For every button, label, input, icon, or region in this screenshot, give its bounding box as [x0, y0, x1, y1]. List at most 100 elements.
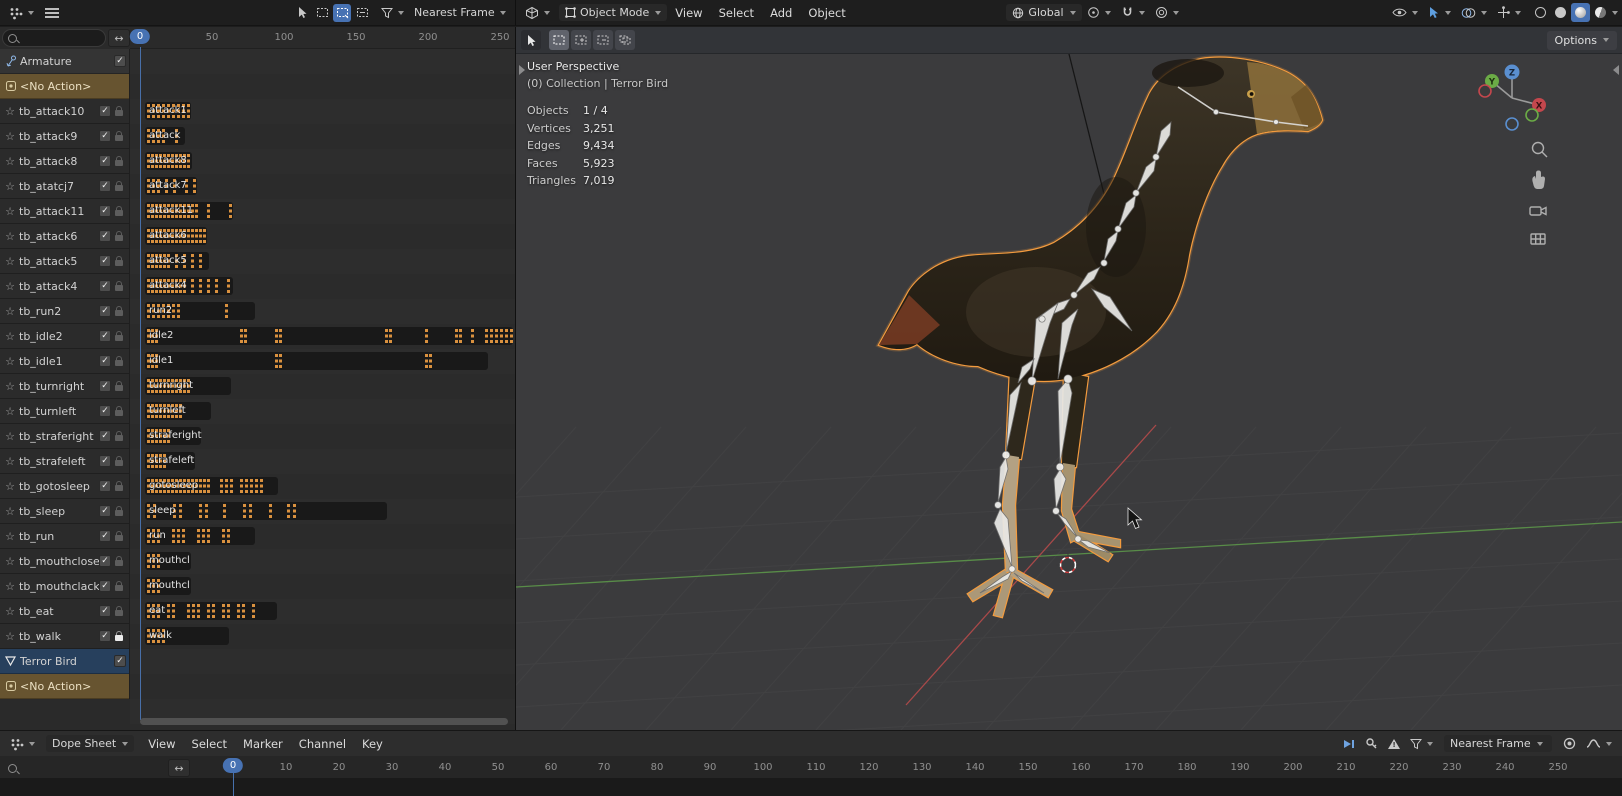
zoom-icon[interactable] [1531, 141, 1548, 158]
star-icon[interactable]: ☆ [3, 480, 17, 493]
expand-button[interactable]: ↔ [168, 759, 190, 777]
timeline-track-area[interactable] [0, 778, 1622, 796]
keyframe[interactable] [191, 278, 194, 294]
action-strip-idle1[interactable]: idle1 [145, 352, 488, 370]
menu-view[interactable]: View [140, 731, 183, 757]
search-icon[interactable] [8, 764, 17, 773]
keyframe[interactable] [172, 603, 175, 619]
channel-checkbox[interactable]: ✓ [99, 530, 111, 542]
menu-add[interactable]: Add [762, 0, 800, 26]
keyframe[interactable] [227, 528, 230, 544]
keyframe[interactable] [229, 203, 232, 219]
action-strip-attack6[interactable]: attack6 [145, 227, 207, 245]
keyframe[interactable] [495, 328, 498, 344]
star-icon[interactable]: ☆ [3, 330, 17, 343]
lock-icon[interactable] [111, 305, 126, 316]
channel-checkbox[interactable]: ✓ [99, 405, 111, 417]
star-icon[interactable]: ☆ [3, 605, 17, 618]
shading-material-button[interactable] [1570, 3, 1590, 22]
channel-checkbox[interactable]: ✓ [99, 455, 111, 467]
keyframe[interactable] [225, 303, 228, 319]
keyframe[interactable] [275, 328, 278, 344]
shading-wireframe-button[interactable] [1531, 3, 1550, 22]
star-icon[interactable]: ☆ [3, 555, 17, 568]
menu-channel[interactable]: Channel [291, 731, 354, 757]
star-icon[interactable]: ☆ [3, 505, 17, 518]
current-frame-badge[interactable]: 0 [129, 29, 151, 44]
lock-icon[interactable] [111, 105, 126, 116]
channel-tb-gotosleep[interactable]: ☆ tb_gotosleep ✓ [0, 474, 129, 499]
keyframe[interactable] [220, 478, 223, 494]
action-strip-mouthcl[interactable]: mouthcl [145, 552, 191, 570]
shading-solid-button[interactable] [1551, 3, 1570, 22]
channel-checkbox[interactable]: ✓ [99, 580, 111, 592]
channel-tb-run2[interactable]: ☆ tb_run2 ✓ [0, 299, 129, 324]
star-icon[interactable]: ☆ [3, 280, 17, 293]
star-icon[interactable]: ☆ [3, 255, 17, 268]
channel-tb-idle2[interactable]: ☆ tb_idle2 ✓ [0, 324, 129, 349]
toolbar-collapse-arrow[interactable] [519, 65, 525, 75]
gizmo-neg-x-axis[interactable] [1478, 84, 1492, 98]
channel-tb-attack5[interactable]: ☆ tb_attack5 ✓ [0, 249, 129, 274]
lock-icon[interactable] [111, 455, 126, 466]
lock-icon[interactable] [111, 580, 126, 591]
channel-terror-bird[interactable]: Terror Bird ✓ [0, 649, 129, 674]
keying-set-button[interactable] [1360, 735, 1383, 752]
keyframe[interactable] [227, 278, 230, 294]
channel-no-action[interactable]: <No Action> [0, 74, 129, 99]
action-strip-idle2[interactable]: idle2 [145, 327, 513, 345]
keyframe[interactable] [197, 528, 200, 544]
keyframe[interactable] [240, 478, 243, 494]
editor-type-button[interactable] [4, 4, 39, 22]
channel-checkbox[interactable]: ✓ [99, 480, 111, 492]
lock-icon[interactable] [111, 130, 126, 141]
star-icon[interactable]: ☆ [3, 205, 17, 218]
star-icon[interactable]: ☆ [3, 355, 17, 368]
lock-icon[interactable] [111, 530, 126, 541]
keyframe[interactable] [245, 478, 248, 494]
channel-checkbox[interactable]: ✓ [99, 255, 111, 267]
channel-tb-straferight[interactable]: ☆ tb_straferight ✓ [0, 424, 129, 449]
channel-tb-atatcj7[interactable]: ☆ tb_atatcj7 ✓ [0, 174, 129, 199]
keyframe[interactable] [485, 328, 488, 344]
keyframe[interactable] [207, 603, 210, 619]
action-strip-sleep[interactable]: sleep [145, 502, 387, 520]
channel-tb-mouthclack[interactable]: ☆ tb_mouthclack ✓ [0, 574, 129, 599]
sidebar-collapse-arrow[interactable] [1613, 65, 1619, 75]
channel-tb-sleep[interactable]: ☆ tb_sleep ✓ [0, 499, 129, 524]
playhead-line[interactable] [140, 47, 141, 720]
editor-type-button[interactable] [520, 4, 555, 22]
ds-ruler[interactable]: 0 50 100 150 200 250 [129, 27, 515, 49]
channel-checkbox[interactable]: ✓ [99, 180, 111, 192]
menu-view[interactable]: View [667, 0, 710, 26]
action-strip-attack1[interactable]: attack1 [145, 102, 191, 120]
overlays-button[interactable] [1456, 5, 1492, 21]
select-box-extend-button[interactable] [571, 30, 591, 50]
keyframe[interactable] [203, 478, 206, 494]
filter-button[interactable] [376, 5, 409, 21]
lock-icon[interactable] [111, 155, 126, 166]
channel-checkbox[interactable]: ✓ [99, 380, 111, 392]
keyframe[interactable] [199, 478, 202, 494]
menu-object[interactable]: Object [800, 0, 853, 26]
channel-checkbox[interactable]: ✓ [99, 505, 111, 517]
channel-checkbox[interactable]: ✓ [99, 280, 111, 292]
keyframe[interactable] [510, 328, 513, 344]
keyframe[interactable] [279, 328, 282, 344]
pan-hand-icon[interactable] [1532, 170, 1545, 190]
action-strip-walk[interactable]: walk [145, 627, 229, 645]
expand-channels-button[interactable]: ↔ [108, 29, 130, 47]
keyframe[interactable] [250, 478, 253, 494]
action-strip-gotosleep[interactable]: gotosleep [145, 477, 278, 495]
menu-collapse-icon[interactable] [45, 7, 59, 18]
keyframe[interactable] [195, 228, 198, 244]
keyframe[interactable] [260, 478, 263, 494]
lock-icon[interactable] [111, 280, 126, 291]
keyframe[interactable] [193, 178, 196, 194]
channel-tb-walk[interactable]: ☆ tb_walk ✓ [0, 624, 129, 649]
pivot-point-button[interactable] [1082, 4, 1116, 21]
keyframe[interactable] [287, 503, 290, 519]
snap-button[interactable] [1116, 4, 1150, 21]
menu-marker[interactable]: Marker [235, 731, 291, 757]
select-box-subtract-button[interactable] [593, 30, 613, 50]
